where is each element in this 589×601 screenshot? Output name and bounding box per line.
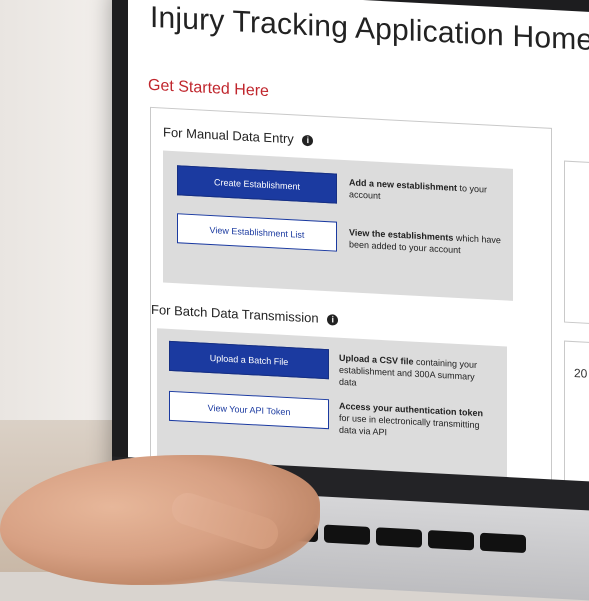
side-card-top: [564, 160, 589, 326]
info-icon[interactable]: i: [327, 314, 339, 326]
get-started-panel: For Manual Data Entry i Create Establish…: [150, 106, 552, 505]
laptop-screen: Injury Tracking Application Home Get Sta…: [128, 0, 589, 533]
batch-transmission-heading-text: For Batch Data Transmission: [151, 301, 319, 326]
keyboard-key: [376, 527, 422, 548]
manual-entry-heading: For Manual Data Entry i: [163, 124, 314, 148]
info-icon[interactable]: i: [302, 134, 314, 147]
api-token-description: Access your authentication token for use…: [339, 400, 494, 444]
view-establishment-description: View the establishments which have been …: [349, 226, 504, 258]
keyboard-key: [428, 529, 474, 551]
keyboard-key: [480, 532, 526, 554]
keyboard-key: [324, 524, 370, 545]
manual-entry-heading-text: For Manual Data Entry: [163, 124, 294, 147]
view-api-token-button[interactable]: View Your API Token: [169, 390, 329, 430]
create-establishment-description: Add a new establishment to your account: [349, 176, 504, 208]
side-card-partial-text: 20: [574, 366, 588, 381]
upload-batch-description: Upload a CSV file containing your establ…: [339, 352, 494, 396]
upload-batch-file-button[interactable]: Upload a Batch File: [169, 340, 329, 380]
manual-entry-box: Create Establishment Add a new establish…: [163, 150, 513, 301]
batch-transmission-heading: For Batch Data Transmission i: [151, 301, 339, 327]
view-establishment-list-button[interactable]: View Establishment List: [177, 213, 337, 252]
get-started-heading: Get Started Here: [148, 76, 269, 101]
create-establishment-button[interactable]: Create Establishment: [177, 165, 337, 204]
page-title: Injury Tracking Application Home: [150, 0, 589, 58]
